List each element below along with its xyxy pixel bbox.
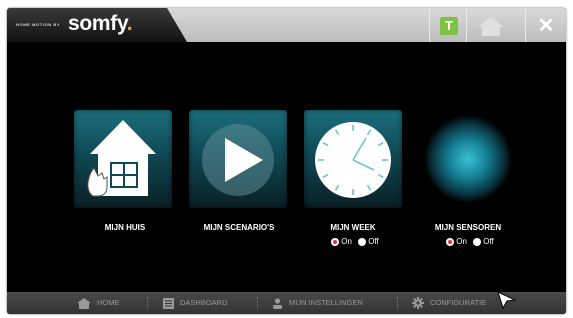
week-off-radio[interactable] [358,237,367,246]
brand-tagline: HOME MOTION BY [16,22,61,27]
nav-configuratie-label: CONFIGURATIE [430,298,487,307]
nav-home-label: HOME [97,298,120,307]
sensor-on-radio[interactable] [446,237,455,246]
tile-mijn-sensoren[interactable] [419,110,517,208]
sensor-toggle: On Off [413,237,523,246]
nav-separator [147,297,148,309]
week-off-label: Off [368,237,379,246]
user-icon [273,297,282,309]
separator [429,8,430,42]
logo-text: somfy [68,12,127,35]
play-icon [202,124,274,196]
sensor-on-label: On [456,237,467,246]
nav-separator [397,297,398,309]
brand-header: HOME MOTION BY somfy. [7,8,187,42]
nav-configuratie[interactable]: CONFIGURATIE [412,292,486,314]
tile-mijn-huis[interactable] [74,110,172,208]
nav-dashboard[interactable]: DASHBOARD [163,292,228,314]
week-on-label: On [341,237,352,246]
dashboard-icon [163,297,174,309]
week-on-radio[interactable] [331,237,340,246]
app-window: HOME MOTION BY somfy. T ✕ MIJN HUIS MIJN… [7,8,566,314]
home-icon [77,297,91,309]
separator [466,8,467,42]
nav-home[interactable]: HOME [77,292,120,314]
t-icon[interactable]: T [440,17,458,35]
tile-mijn-scenarios[interactable] [189,110,287,208]
top-bar: HOME MOTION BY somfy. T ✕ [7,8,566,42]
tile-label-mijn-sensoren: MIJN SENSOREN [434,223,502,232]
sensor-off-label: Off [483,237,494,246]
bottom-nav: HOME DASHBOARD MIJN INSTELLINGEN CONFIGU… [7,292,566,314]
somfy-logo: somfy. [68,12,133,36]
nav-separator [257,297,258,309]
tile-label-mijn-scenarios: MIJN SCENARIO'S [203,223,275,232]
nav-dashboard-label: DASHBOARD [180,298,228,307]
close-button[interactable]: ✕ [537,16,555,36]
house-icon [87,120,156,197]
tile-label-mijn-huis: MIJN HUIS [104,223,146,232]
separator [525,8,526,42]
week-toggle: On Off [298,237,408,246]
home-icon[interactable] [475,16,507,36]
sensor-off-radio[interactable] [473,237,482,246]
gear-icon [412,297,424,310]
nav-mijn-instellingen[interactable]: MIJN INSTELLINGEN [272,292,363,314]
mouse-cursor [497,291,517,309]
clock-icon [315,122,391,198]
tile-label-mijn-week: MIJN WEEK [330,223,376,232]
tile-mijn-week[interactable] [304,110,402,208]
nav-mijn-instellingen-label: MIJN INSTELLINGEN [289,298,363,307]
sensor-icon [424,115,512,203]
logo-dot: . [126,12,133,35]
